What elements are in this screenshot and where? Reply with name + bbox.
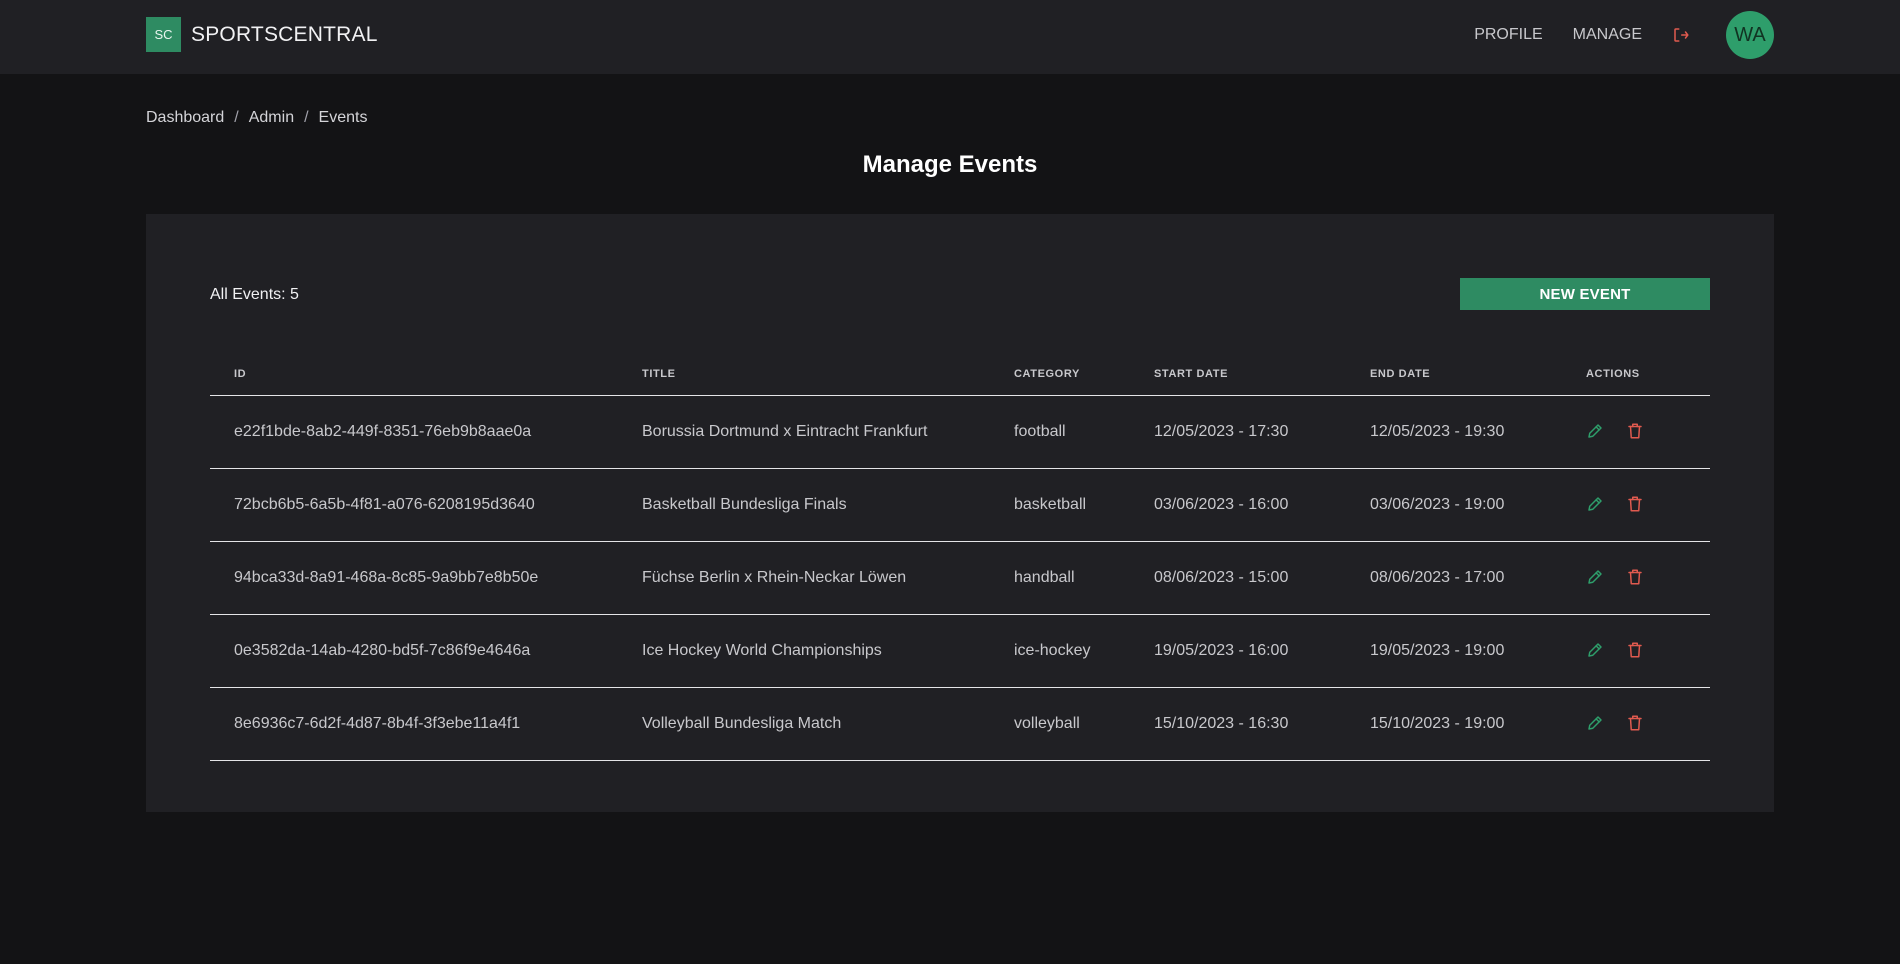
cell-start-date: 15/10/2023 - 16:30 [1154,715,1289,732]
breadcrumb-separator: / [234,109,239,126]
cell-id: e22f1bde-8ab2-449f-8351-76eb9b8aae0a [234,423,532,440]
cell-end-date: 03/06/2023 - 19:00 [1370,496,1505,513]
logo: SC [146,17,181,52]
events-panel: All Events: 5 NEW EVENT ID TITLE CATEGOR… [146,214,1774,812]
pencil-icon[interactable] [1586,714,1604,732]
table-row: 94bca33d-8a91-468a-8c85-9a9bb7e8b50e Füc… [210,542,1710,615]
pencil-icon[interactable] [1586,495,1604,513]
table-header: ID TITLE CATEGORY START DATE END DATE AC… [210,354,1710,396]
cell-id: 94bca33d-8a91-468a-8c85-9a9bb7e8b50e [234,569,539,586]
nav-menu: PROFILE MANAGE [1474,22,1690,48]
cell-start-date: 03/06/2023 - 16:00 [1154,496,1289,513]
header-actions: ACTIONS [1586,368,1640,380]
cell-title: Basketball Bundesliga Finals [642,496,847,513]
cell-end-date: 12/05/2023 - 19:30 [1370,423,1505,440]
logout-icon[interactable] [1672,26,1690,44]
cell-category: handball [1014,569,1075,586]
brand[interactable]: SC SPORTSCENTRAL [146,17,378,52]
row-actions [1586,568,1644,586]
table-row: e22f1bde-8ab2-449f-8351-76eb9b8aae0a Bor… [210,396,1710,469]
new-event-button[interactable]: NEW EVENT [1460,278,1710,310]
breadcrumb-events: Events [318,109,368,126]
cell-id: 0e3582da-14ab-4280-bd5f-7c86f9e4646a [234,642,531,659]
events-count: All Events: 5 [210,286,299,303]
nav-manage-link[interactable]: MANAGE [1573,26,1642,44]
cell-end-date: 15/10/2023 - 19:00 [1370,715,1505,732]
cell-category: volleyball [1014,715,1080,732]
header-id: ID [234,368,247,380]
pencil-icon[interactable] [1586,641,1604,659]
cell-id: 8e6936c7-6d2f-4d87-8b4f-3f3ebe11a4f1 [234,715,521,732]
trash-icon[interactable] [1626,714,1644,732]
trash-icon[interactable] [1626,568,1644,586]
cell-start-date: 19/05/2023 - 16:00 [1154,642,1289,659]
cell-category: ice-hockey [1014,642,1091,659]
header-title: TITLE [642,368,676,380]
top-navbar: SC SPORTSCENTRAL PROFILE MANAGE WA [0,0,1900,74]
pencil-icon[interactable] [1586,422,1604,440]
cell-start-date: 12/05/2023 - 17:30 [1154,423,1289,440]
cell-category: football [1014,423,1066,440]
cell-start-date: 08/06/2023 - 15:00 [1154,569,1289,586]
events-table: ID TITLE CATEGORY START DATE END DATE AC… [210,354,1710,761]
cell-category: basketball [1014,496,1087,513]
trash-icon[interactable] [1626,641,1644,659]
row-actions [1586,495,1644,513]
cell-title: Füchse Berlin x Rhein-Neckar Löwen [642,569,907,586]
row-actions [1586,714,1644,732]
cell-title: Ice Hockey World Championships [642,642,882,659]
breadcrumb-separator: / [304,109,309,126]
header-category: CATEGORY [1014,368,1080,380]
header-start-date: START DATE [1154,368,1229,380]
nav-profile-link[interactable]: PROFILE [1474,26,1542,44]
row-actions [1586,641,1644,659]
breadcrumb-admin[interactable]: Admin [249,109,294,127]
cell-end-date: 19/05/2023 - 19:00 [1370,642,1505,659]
brand-name: SPORTSCENTRAL [191,22,378,46]
page-title: Manage Events [862,151,1038,178]
cell-title: Borussia Dortmund x Eintracht Frankfurt [642,423,928,440]
cell-id: 72bcb6b5-6a5b-4f81-a076-6208195d3640 [234,496,535,513]
cell-end-date: 08/06/2023 - 17:00 [1370,569,1505,586]
pencil-icon[interactable] [1586,568,1604,586]
table-row: 8e6936c7-6d2f-4d87-8b4f-3f3ebe11a4f1 Vol… [210,688,1710,761]
header-end-date: END DATE [1370,368,1431,380]
table-row: 72bcb6b5-6a5b-4f81-a076-6208195d3640 Bas… [210,469,1710,542]
breadcrumb-dashboard[interactable]: Dashboard [146,109,224,127]
table-row: 0e3582da-14ab-4280-bd5f-7c86f9e4646a Ice… [210,615,1710,688]
breadcrumb: Dashboard / Admin / Events [146,109,367,127]
trash-icon[interactable] [1626,495,1644,513]
cell-title: Volleyball Bundesliga Match [642,715,842,732]
row-actions [1586,422,1644,440]
avatar[interactable]: WA [1726,11,1774,59]
trash-icon[interactable] [1626,422,1644,440]
